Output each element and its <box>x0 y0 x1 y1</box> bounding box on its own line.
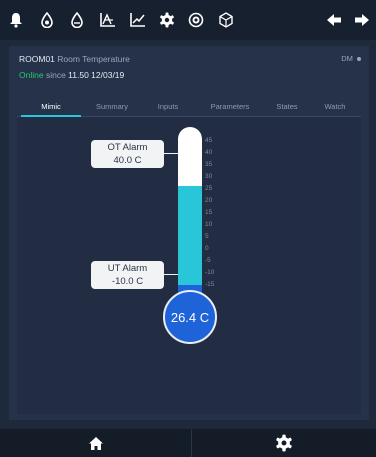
ut-alarm-title: UT Alarm <box>107 263 148 274</box>
device-header: ROOM01 Room Temperature DM Online since … <box>9 46 369 90</box>
device-status: Online since 11.50 12/03/19 <box>19 70 124 80</box>
scale-tick-label: 10 <box>205 221 213 228</box>
ut-alarm-value: -10.0 C <box>111 276 144 287</box>
top-toolbar <box>0 0 376 40</box>
tab-mimic[interactable]: Mimic <box>21 98 81 117</box>
scale-tick-label: 15 <box>205 209 213 216</box>
tab-bar: Mimic Summary Inputs Parameters States W… <box>17 98 361 117</box>
thermometer: 26.4 C 45 40 35 30 25 20 15 10 5 0 -5 -10 -15 <box>17 117 361 414</box>
scale-tick-label: 0 <box>205 245 209 252</box>
mimic-view: 26.4 C 45 40 35 30 25 20 15 10 5 0 -5 -10 -15 OT Ala… <box>17 117 361 414</box>
trend-chart-icon[interactable] <box>92 0 122 40</box>
status-online: Online <box>19 70 44 80</box>
ot-alarm-title: OT Alarm <box>107 142 148 153</box>
drop-icon[interactable] <box>32 0 62 40</box>
line-chart-icon[interactable] <box>122 0 152 40</box>
settings-button[interactable] <box>192 429 376 457</box>
status-timestamp: 11.50 12/03/19 <box>68 70 125 80</box>
tab-watch[interactable]: Watch <box>311 98 359 115</box>
dm-indicator[interactable]: DM <box>341 54 361 63</box>
home-button[interactable] <box>0 429 191 457</box>
scale-tick-label: 45 <box>205 137 213 144</box>
scale-tick-label: -15 <box>205 281 215 288</box>
arrow-left-icon[interactable] <box>319 0 349 40</box>
scale-tick-label: -10 <box>205 269 215 276</box>
dm-dot-icon <box>357 57 361 62</box>
drop-outline-icon[interactable] <box>62 0 92 40</box>
scale-tick-label: 25 <box>205 185 213 192</box>
ot-alarm-value: 40.0 C <box>113 155 142 166</box>
ut-alarm-connector <box>164 274 178 275</box>
gear-icon <box>276 434 292 452</box>
scale-tick-label: 20 <box>205 197 213 204</box>
thermometer-scale: 45 40 35 30 25 20 15 10 5 0 -5 -10 -15 <box>205 117 235 317</box>
device-panel: ROOM01 Room Temperature DM Online since … <box>9 46 369 420</box>
tab-states[interactable]: States <box>265 98 309 115</box>
thermometer-fill <box>178 185 202 297</box>
bell-icon[interactable] <box>1 0 31 40</box>
tab-parameters[interactable]: Parameters <box>195 98 265 115</box>
tab-inputs[interactable]: Inputs <box>143 98 193 115</box>
device-title: ROOM01 Room Temperature <box>19 54 130 64</box>
ot-alarm-box[interactable]: OT Alarm 40.0 C <box>91 140 164 168</box>
cube-icon[interactable] <box>211 0 241 40</box>
dm-label: DM <box>341 54 353 63</box>
status-since: since <box>45 70 66 80</box>
scale-tick-label: 35 <box>205 161 213 168</box>
gear-icon[interactable] <box>152 0 182 40</box>
tab-summary[interactable]: Summary <box>83 98 141 115</box>
scale-tick-label: -5 <box>205 257 211 264</box>
arrow-right-icon[interactable] <box>354 0 376 40</box>
home-icon <box>88 436 103 450</box>
device-description: Room Temperature <box>57 54 130 64</box>
ut-alarm-box[interactable]: UT Alarm -10.0 C <box>91 261 164 289</box>
ot-alarm-connector <box>164 153 178 154</box>
bottom-bar <box>0 429 376 457</box>
badge-icon[interactable] <box>181 0 211 40</box>
device-id: ROOM01 <box>19 54 55 64</box>
scale-tick-label: 40 <box>205 149 213 156</box>
scale-tick-label: 5 <box>205 233 209 240</box>
scale-tick-label: 30 <box>205 173 213 180</box>
